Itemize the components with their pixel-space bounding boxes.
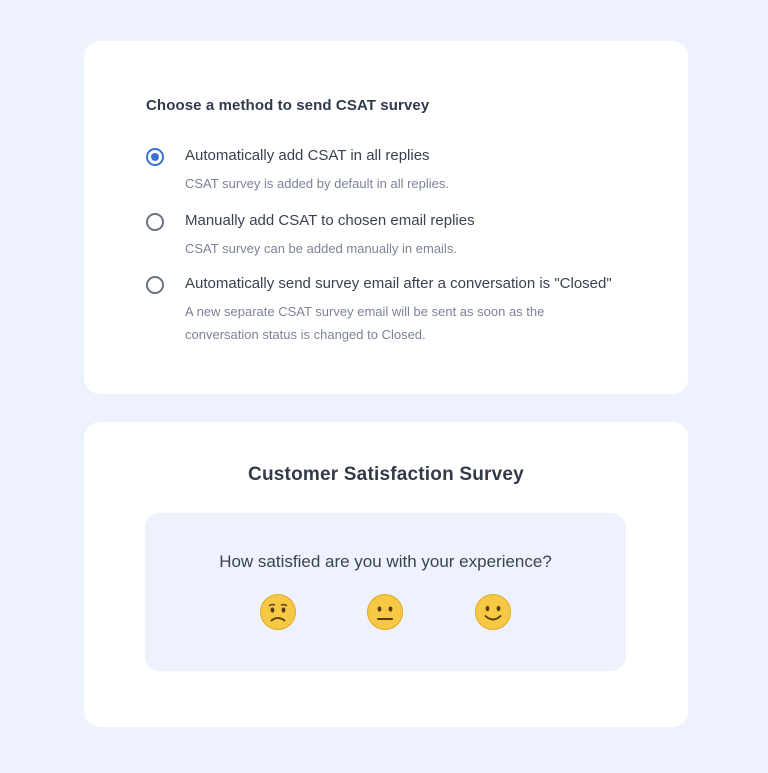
survey-question: How satisfied are you with your experien… bbox=[219, 552, 552, 571]
option-label: Automatically add CSAT in all replies bbox=[185, 147, 430, 164]
option-description: A new separate CSAT survey email will be… bbox=[185, 304, 545, 342]
radio-manual-add[interactable] bbox=[146, 213, 164, 231]
survey-title: Customer Satisfaction Survey bbox=[248, 464, 524, 485]
option-label: Automatically send survey email after a … bbox=[185, 275, 612, 292]
radio-send-after-closed[interactable] bbox=[146, 276, 164, 294]
survey-question-box: How satisfied are you with your experien… bbox=[145, 513, 626, 671]
option-description: CSAT survey is added by default in all r… bbox=[185, 176, 449, 191]
section-title: Choose a method to send CSAT survey bbox=[146, 97, 430, 114]
survey-preview-card: Customer Satisfaction Survey How satisfi… bbox=[84, 422, 688, 727]
smiling-face-icon[interactable] bbox=[474, 593, 512, 631]
radio-auto-add-all-replies[interactable] bbox=[146, 148, 164, 166]
neutral-face-icon[interactable] bbox=[366, 593, 404, 631]
frowning-face-icon[interactable] bbox=[259, 593, 297, 631]
csat-method-card: Choose a method to send CSAT survey Auto… bbox=[84, 41, 688, 394]
option-description: CSAT survey can be added manually in ema… bbox=[185, 241, 457, 256]
option-label: Manually add CSAT to chosen email replie… bbox=[185, 212, 475, 229]
